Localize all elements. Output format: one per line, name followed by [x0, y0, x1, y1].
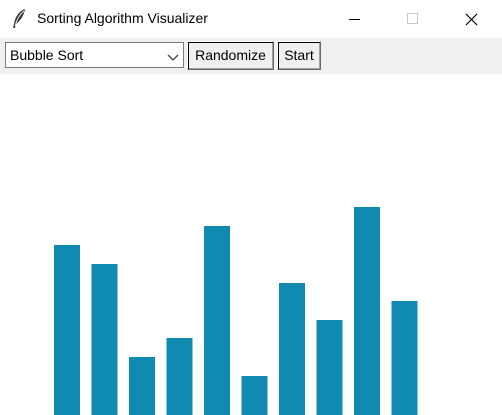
randomize-button[interactable]: Randomize [187, 41, 274, 70]
algorithm-select-value: Bubble Sort [10, 47, 84, 63]
bar-4 [166, 338, 193, 415]
feather-icon [10, 8, 28, 30]
app-window: Sorting Algorithm Visualizer Bubble Sort [0, 0, 502, 415]
bar-1 [54, 245, 80, 415]
bar-5 [204, 226, 230, 415]
bar-7 [279, 283, 305, 415]
chevron-down-icon[interactable] [167, 50, 179, 61]
title-bar: Sorting Algorithm Visualizer [0, 0, 502, 38]
maximize-icon [407, 13, 418, 24]
toolbar: Bubble Sort Randomize Start [0, 38, 502, 74]
bar-9 [354, 207, 380, 415]
minimize-button[interactable] [319, 0, 365, 38]
bar-8 [316, 320, 343, 415]
bar-10 [391, 301, 418, 415]
bar-6 [241, 376, 268, 415]
algorithm-select[interactable]: Bubble Sort [5, 42, 184, 68]
close-button[interactable] [448, 0, 494, 38]
bar-2 [91, 264, 118, 415]
close-icon [465, 13, 478, 26]
minimize-icon [349, 19, 360, 20]
bar-chart [54, 207, 418, 415]
start-button[interactable]: Start [277, 41, 321, 70]
maximize-button[interactable] [390, 0, 436, 38]
window-title: Sorting Algorithm Visualizer [37, 10, 208, 26]
visualizer-canvas [0, 74, 502, 415]
bar-3 [129, 357, 155, 415]
